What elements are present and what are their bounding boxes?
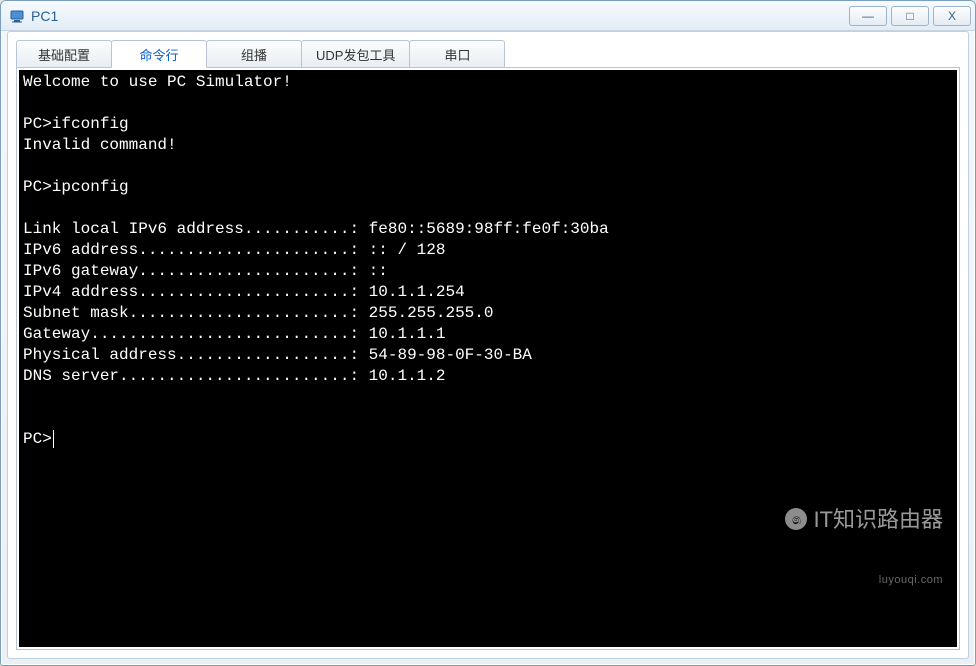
tab-serial[interactable]: 串口 [409,40,505,68]
tab-cli[interactable]: 命令行 [111,40,207,68]
close-button[interactable]: X [933,6,971,26]
tab-basic-config[interactable]: 基础配置 [16,40,112,68]
client-area: 基础配置 命令行 组播 UDP发包工具 串口 Welcome to use PC… [7,31,969,659]
window-title: PC1 [31,8,849,24]
terminal-line: Welcome to use PC Simulator! [23,73,292,91]
terminal-line: IPv4 address......................: 10.1… [23,283,465,301]
terminal-line: Physical address..................: 54-8… [23,346,532,364]
tab-label: 串口 [444,45,470,64]
terminal-line: IPv6 gateway......................: :: [23,262,388,280]
terminal-line: Link local IPv6 address...........: fe80… [23,220,609,238]
watermark-sub: luyouqi.com [785,570,943,591]
terminal-cursor [53,430,54,448]
tab-label: 组播 [241,45,267,64]
watermark: ෧ IT知识路由器 luyouqi.com [785,466,943,633]
terminal-line: Gateway...........................: 10.1… [23,325,445,343]
tab-udp-tool[interactable]: UDP发包工具 [301,40,410,68]
terminal[interactable]: Welcome to use PC Simulator! PC>ifconfig… [19,70,957,647]
tab-label: 命令行 [139,45,178,64]
titlebar[interactable]: PC1 — □ X [1,1,975,31]
window-controls: — □ X [849,6,971,26]
terminal-line: DNS server........................: 10.1… [23,367,445,385]
terminal-line: PC>ipconfig [23,178,129,196]
maximize-button[interactable]: □ [891,6,929,26]
tab-bar: 基础配置 命令行 组播 UDP发包工具 串口 [16,40,960,68]
terminal-line: PC>ifconfig [23,115,129,133]
terminal-line: Subnet mask.......................: 255.… [23,304,493,322]
app-window: PC1 — □ X 基础配置 命令行 组播 UDP发包工具 串口 Welcome… [0,0,976,666]
tab-label: 基础配置 [38,45,90,64]
wechat-icon: ෧ [785,508,807,530]
tab-label: UDP发包工具 [316,45,395,64]
watermark-text: IT知识路由器 [813,509,943,530]
tab-multicast[interactable]: 组播 [206,40,302,68]
terminal-line: Invalid command! [23,136,177,154]
minimize-button[interactable]: — [849,6,887,26]
terminal-line: IPv6 address......................: :: /… [23,241,445,259]
terminal-container: Welcome to use PC Simulator! PC>ifconfig… [16,67,960,650]
terminal-prompt: PC> [23,430,52,448]
pc-icon [9,8,25,24]
